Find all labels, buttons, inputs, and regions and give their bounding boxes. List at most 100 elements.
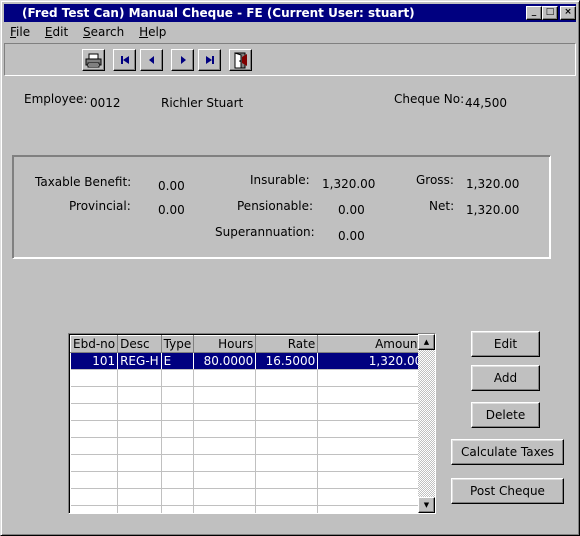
edit-button[interactable]: Edit xyxy=(471,331,540,357)
empty-cell[interactable] xyxy=(117,369,162,387)
empty-cell[interactable] xyxy=(193,369,257,387)
empty-cell[interactable] xyxy=(193,437,257,455)
column-header-desc[interactable]: Desc xyxy=(117,335,162,353)
column-header-rate[interactable]: Rate xyxy=(255,335,319,353)
menu-search[interactable]: Search xyxy=(78,23,129,41)
title-bar[interactable]: (Fred Test Can) Manual Cheque - FE (Curr… xyxy=(4,4,576,22)
empty-cell[interactable] xyxy=(255,369,319,387)
table-row[interactable]: 101 REG-H E 80.0000 16.5000 1,320.00 xyxy=(70,352,426,370)
empty-cell[interactable] xyxy=(161,454,195,472)
table-row[interactable] xyxy=(70,386,426,404)
empty-cell[interactable] xyxy=(70,420,119,438)
table-row[interactable] xyxy=(70,369,426,387)
column-header-type[interactable]: Type xyxy=(160,335,195,353)
empty-cell[interactable] xyxy=(255,471,319,489)
empty-cell[interactable] xyxy=(70,488,119,506)
empty-cell[interactable] xyxy=(193,403,257,421)
empty-cell[interactable] xyxy=(117,437,162,455)
empty-cell[interactable] xyxy=(70,505,119,513)
empty-cell[interactable] xyxy=(255,386,319,404)
table-row[interactable] xyxy=(70,488,426,506)
empty-cell[interactable] xyxy=(161,488,195,506)
gross-value: 1,320.00 xyxy=(466,177,520,191)
last-record-button[interactable] xyxy=(198,49,221,71)
scroll-down-arrow-icon[interactable]: ▼ xyxy=(418,497,435,513)
close-button[interactable]: × xyxy=(560,6,576,20)
empty-cell[interactable] xyxy=(161,437,195,455)
empty-cell[interactable] xyxy=(193,505,257,513)
empty-cell[interactable] xyxy=(317,437,426,455)
cell-type[interactable]: E xyxy=(161,352,195,370)
empty-cell[interactable] xyxy=(193,420,257,438)
empty-cell[interactable] xyxy=(70,437,119,455)
empty-cell[interactable] xyxy=(70,386,119,404)
column-header-hours[interactable]: Hours xyxy=(193,335,257,353)
table-row[interactable] xyxy=(70,437,426,455)
empty-cell[interactable] xyxy=(117,471,162,489)
post-cheque-button[interactable]: Post Cheque xyxy=(451,478,564,504)
table-row[interactable] xyxy=(70,403,426,421)
table-row[interactable] xyxy=(70,420,426,438)
minimize-button[interactable]: _ xyxy=(526,6,542,20)
column-header-amount[interactable]: Amount xyxy=(317,335,426,353)
empty-cell[interactable] xyxy=(255,488,319,506)
first-record-button[interactable] xyxy=(113,49,136,71)
empty-cell[interactable] xyxy=(317,403,426,421)
cell-hours[interactable]: 80.0000 xyxy=(193,352,257,370)
empty-cell[interactable] xyxy=(117,505,162,513)
empty-cell[interactable] xyxy=(193,488,257,506)
cell-amount[interactable]: 1,320.00 xyxy=(317,352,426,370)
print-button[interactable] xyxy=(82,49,105,71)
menu-edit[interactable]: Edit xyxy=(40,23,73,41)
empty-cell[interactable] xyxy=(70,454,119,472)
empty-cell[interactable] xyxy=(161,403,195,421)
add-button[interactable]: Add xyxy=(471,365,540,391)
empty-cell[interactable] xyxy=(255,403,319,421)
empty-cell[interactable] xyxy=(317,505,426,513)
cell-desc[interactable]: REG-H xyxy=(117,352,162,370)
empty-cell[interactable] xyxy=(193,386,257,404)
calculate-taxes-button[interactable]: Calculate Taxes xyxy=(451,439,564,465)
column-header-ebd-no[interactable]: Ebd-no xyxy=(69,335,119,353)
empty-cell[interactable] xyxy=(255,420,319,438)
menu-file[interactable]: File xyxy=(5,23,35,41)
empty-cell[interactable] xyxy=(161,505,195,513)
maximize-button[interactable]: □ xyxy=(542,6,558,20)
empty-cell[interactable] xyxy=(117,454,162,472)
delete-button[interactable]: Delete xyxy=(471,402,540,428)
cell-ebd-no[interactable]: 101 xyxy=(70,352,119,370)
empty-cell[interactable] xyxy=(255,437,319,455)
empty-cell[interactable] xyxy=(161,386,195,404)
empty-cell[interactable] xyxy=(161,369,195,387)
exit-button[interactable] xyxy=(229,49,252,71)
empty-cell[interactable] xyxy=(193,471,257,489)
empty-cell[interactable] xyxy=(317,386,426,404)
menu-help[interactable]: Help xyxy=(134,23,171,41)
empty-cell[interactable] xyxy=(161,471,195,489)
table-row[interactable] xyxy=(70,454,426,472)
empty-cell[interactable] xyxy=(255,454,319,472)
empty-cell[interactable] xyxy=(117,420,162,438)
empty-cell[interactable] xyxy=(70,369,119,387)
empty-cell[interactable] xyxy=(117,488,162,506)
empty-cell[interactable] xyxy=(317,369,426,387)
empty-cell[interactable] xyxy=(70,403,119,421)
empty-cell[interactable] xyxy=(70,471,119,489)
cell-rate[interactable]: 16.5000 xyxy=(255,352,319,370)
empty-cell[interactable] xyxy=(117,403,162,421)
table-row[interactable] xyxy=(70,471,426,489)
empty-cell[interactable] xyxy=(117,386,162,404)
next-record-button[interactable] xyxy=(171,49,194,71)
table-row[interactable] xyxy=(70,505,426,513)
grid-vertical-scrollbar[interactable]: ▲ ▼ xyxy=(418,334,435,513)
empty-cell[interactable] xyxy=(255,505,319,513)
empty-cell[interactable] xyxy=(161,420,195,438)
scroll-up-arrow-icon[interactable]: ▲ xyxy=(418,334,435,350)
empty-cell[interactable] xyxy=(317,488,426,506)
empty-cell[interactable] xyxy=(193,454,257,472)
empty-cell[interactable] xyxy=(317,454,426,472)
earnings-grid[interactable]: Ebd-no Desc Type Hours Rate Amount 101 R… xyxy=(68,333,436,514)
previous-record-button[interactable] xyxy=(140,49,163,71)
empty-cell[interactable] xyxy=(317,420,426,438)
empty-cell[interactable] xyxy=(317,471,426,489)
